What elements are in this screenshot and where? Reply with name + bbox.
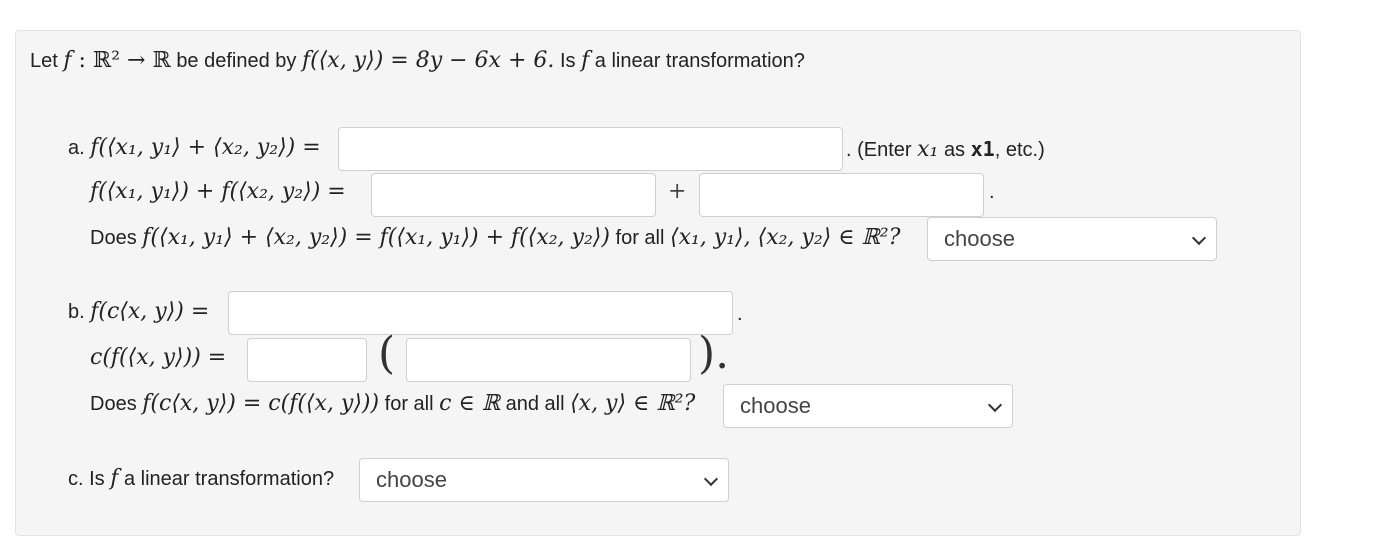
part-a-hint: . (Enter x₁ as x1, etc.) — [846, 137, 1045, 162]
part-b-does-line: Does f(c⟨x, y⟩) = c(f(⟨x, y⟩)) for all c… — [90, 391, 696, 416]
close-paren: ). — [698, 328, 730, 379]
part-a-line2-lhs: f(⟨x₁, y₁⟩) + f(⟨x₂, y₂⟩) = — [90, 179, 346, 204]
part-a-f1-input[interactable] — [371, 173, 656, 217]
question-panel: Let f : ℝ² → ℝ be defined by f(⟨x, y⟩) =… — [15, 30, 1301, 536]
part-a-does-line: Does f(⟨x₁, y₁⟩ + ⟨x₂, y₂⟩) = f(⟨x₁, y₁⟩… — [90, 225, 901, 250]
part-a-period: . — [989, 181, 995, 203]
plus-sign: + — [668, 179, 687, 204]
part-c-question: c. Is f a linear transformation? — [68, 466, 335, 491]
part-b-period: . — [737, 303, 743, 325]
chevron-down-icon — [703, 471, 719, 487]
part-b-select[interactable]: choose — [723, 384, 1013, 428]
part-a-line1: a. f(⟨x₁, y₁⟩ + ⟨x₂, y₂⟩) = — [68, 135, 321, 160]
question-text: Let f : ℝ² → ℝ be defined by f(⟨x, y⟩) =… — [30, 48, 805, 73]
part-b-c-input[interactable] — [247, 338, 367, 382]
part-b-scalar-input[interactable] — [228, 291, 733, 335]
part-a-select[interactable]: choose — [927, 217, 1217, 261]
chevron-down-icon — [987, 397, 1003, 413]
part-b-f-input[interactable] — [406, 338, 691, 382]
chevron-down-icon — [1191, 230, 1207, 246]
part-b-line1: b. f(c⟨x, y⟩) = — [68, 299, 210, 324]
part-b-line2-lhs: c(f(⟨x, y⟩)) = — [90, 345, 227, 370]
part-a-f2-input[interactable] — [699, 173, 984, 217]
part-c-select[interactable]: choose — [359, 458, 729, 502]
part-a-sum-input[interactable] — [338, 127, 843, 171]
open-paren: ( — [378, 328, 396, 379]
